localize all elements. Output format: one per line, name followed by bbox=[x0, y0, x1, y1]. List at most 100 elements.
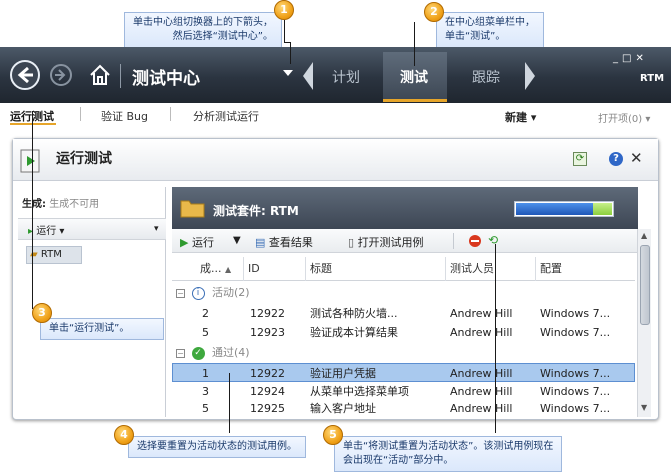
group-passed[interactable]: − ✓ 通过(4) bbox=[176, 344, 250, 362]
suite-folder-icon bbox=[180, 197, 206, 219]
cell-order: 1 bbox=[202, 367, 209, 380]
callout-1: 单击中心组切换器上的下箭头， 然后选择“测试中心”。 bbox=[124, 12, 282, 48]
callout-number-5: 5 bbox=[323, 425, 343, 445]
block-icon[interactable] bbox=[469, 235, 481, 247]
col-tester[interactable]: 测试人员 bbox=[446, 257, 536, 281]
document-icon: ▯ bbox=[348, 236, 355, 249]
callout-3-leader bbox=[32, 111, 33, 309]
cell-order: 5 bbox=[202, 402, 209, 415]
subnav-verify-bug[interactable]: 验证 Bug bbox=[101, 108, 148, 124]
col-title[interactable]: 标题 bbox=[306, 257, 446, 281]
run-label: 运行 bbox=[191, 236, 214, 249]
callout-2-leader bbox=[414, 22, 415, 66]
progress-fill bbox=[516, 203, 593, 215]
callout-number-3: 3 bbox=[32, 303, 52, 323]
collapse-icon[interactable]: − bbox=[176, 348, 185, 358]
cell-title: 测试各种防火墙... bbox=[310, 307, 398, 320]
scroll-thumb[interactable] bbox=[640, 245, 650, 325]
open-case-button[interactable]: ▯ 打开测试用例 bbox=[348, 234, 424, 250]
forward-arrow-icon bbox=[55, 69, 66, 81]
cell-config: Windows 7... bbox=[540, 367, 611, 380]
sort-up-icon: ▲ bbox=[225, 265, 232, 274]
callout-1-leader bbox=[284, 20, 285, 42]
callout-2: 在中心组菜单栏中， 单击“测试”。 bbox=[436, 12, 544, 48]
cell-title: 输入客户地址 bbox=[310, 402, 376, 415]
callout-3: 单击“运行测试”。 bbox=[40, 318, 164, 340]
group-active[interactable]: − i 活动(2) bbox=[176, 284, 250, 302]
reset-active-icon[interactable]: ⟲ bbox=[488, 233, 498, 247]
col-id[interactable]: ID bbox=[244, 257, 306, 281]
chevron-down-icon: ▾ bbox=[530, 111, 537, 124]
callout-4: 选择要重置为活动状态的测试用例。 bbox=[128, 436, 306, 458]
cell-tester: Andrew Hill bbox=[450, 367, 513, 380]
new-menu[interactable]: 新建 ▾ bbox=[505, 109, 536, 125]
run-tests-icon bbox=[17, 148, 43, 174]
cell-id: 12923 bbox=[250, 326, 285, 339]
tabs-right-arrow[interactable] bbox=[525, 62, 535, 90]
tabs-left-arrow[interactable] bbox=[303, 62, 313, 90]
info-icon: i bbox=[191, 286, 205, 300]
open-items-label: 打开项(0) bbox=[598, 114, 643, 125]
callout-1-leader-c bbox=[290, 42, 291, 64]
subnav-analyze[interactable]: 分析测试运行 bbox=[193, 108, 259, 124]
left-more-arrow[interactable]: ▾ bbox=[154, 224, 159, 234]
cell-config: Windows 7... bbox=[540, 307, 611, 320]
tree-item-rtm[interactable]: ▰ RTM bbox=[26, 246, 82, 264]
back-arrow-icon bbox=[17, 66, 33, 84]
open-items[interactable]: 打开项(0) ▾ bbox=[598, 110, 650, 125]
run-label-left: 运行 bbox=[36, 226, 57, 237]
callout-5-leader bbox=[495, 244, 496, 433]
table-row[interactable]: 5 12923 验证成本计算结果 Andrew Hill Windows 7..… bbox=[172, 323, 635, 342]
group-passed-label: 通过(4) bbox=[212, 346, 250, 359]
back-button[interactable] bbox=[10, 60, 40, 90]
scroll-up-arrow[interactable]: ▲ bbox=[641, 231, 647, 240]
help-icon[interactable]: ? bbox=[609, 152, 623, 166]
forward-button[interactable] bbox=[50, 64, 72, 86]
cell-title: 验证用户凭据 bbox=[310, 367, 376, 380]
cell-tester: Andrew Hill bbox=[450, 307, 513, 320]
table-row[interactable]: 2 12922 测试各种防火墙... Andrew Hill Windows 7… bbox=[172, 304, 635, 323]
cell-id: 12925 bbox=[250, 402, 285, 415]
scroll-down-arrow[interactable]: ▼ bbox=[641, 403, 647, 412]
hub-title: 测试中心 bbox=[132, 69, 200, 89]
divider bbox=[120, 64, 121, 88]
window-controls[interactable]: _□✕ bbox=[613, 53, 648, 64]
cell-id: 12922 bbox=[250, 307, 285, 320]
callout-4-leader bbox=[229, 373, 230, 433]
table-row-selected[interactable]: 1 12922 验证用户凭据 Andrew Hill Windows 7... bbox=[172, 363, 635, 382]
grid-header: 成... ▲ ID 标题 测试人员 配置 bbox=[172, 257, 635, 281]
chevron-down-icon: ▾ bbox=[59, 226, 65, 237]
col-tester-label: 测试人员 bbox=[450, 262, 494, 275]
refresh-icon[interactable]: ⟳ bbox=[573, 152, 587, 166]
tab-plan[interactable]: 计划 bbox=[332, 67, 360, 87]
tree-item-label: RTM bbox=[40, 249, 62, 260]
cell-id: 12922 bbox=[250, 367, 285, 380]
user-label: RTM bbox=[640, 73, 665, 84]
callout-5: 单击“将测试重置为活动状态”。该测试用例现在 会出现在“活动”部分中。 bbox=[334, 436, 563, 472]
hub-switcher-arrow[interactable] bbox=[283, 70, 293, 76]
cell-order: 2 bbox=[202, 307, 209, 320]
view-results-button[interactable]: ▤ 查看结果 bbox=[255, 234, 313, 250]
collapse-icon[interactable]: − bbox=[176, 288, 185, 298]
suite-title: 测试套件: RTM bbox=[213, 204, 299, 218]
table-row[interactable]: 5 12925 输入客户地址 Andrew Hill Windows 7... bbox=[172, 399, 635, 418]
cell-order: 5 bbox=[202, 326, 209, 339]
tab-test[interactable]: 测试 bbox=[400, 67, 428, 87]
col-order[interactable]: 成... ▲ bbox=[172, 257, 244, 281]
build-value: 生成不可用 bbox=[49, 199, 100, 210]
col-order-label: 成... bbox=[200, 262, 222, 275]
col-config[interactable]: 配置 bbox=[536, 257, 635, 281]
tab-track[interactable]: 跟踪 bbox=[472, 67, 500, 87]
run-button[interactable]: ▶ 运行 bbox=[180, 234, 214, 250]
col-config-label: 配置 bbox=[540, 262, 562, 275]
col-title-label: 标题 bbox=[310, 262, 332, 275]
close-icon[interactable]: ✕ bbox=[630, 149, 643, 167]
cell-config: Windows 7... bbox=[540, 326, 611, 339]
vertical-scrollbar[interactable]: ▲ ▼ bbox=[637, 229, 651, 417]
run-button-left[interactable]: ▸ 运行 ▾ bbox=[28, 222, 64, 237]
run-dropdown-arrow[interactable]: ▼ bbox=[233, 235, 241, 246]
build-row: 生成: 生成不可用 bbox=[22, 195, 99, 210]
check-icon: ✓ bbox=[191, 346, 205, 360]
play-icon: ▶ bbox=[180, 236, 189, 249]
home-button[interactable] bbox=[88, 63, 112, 87]
